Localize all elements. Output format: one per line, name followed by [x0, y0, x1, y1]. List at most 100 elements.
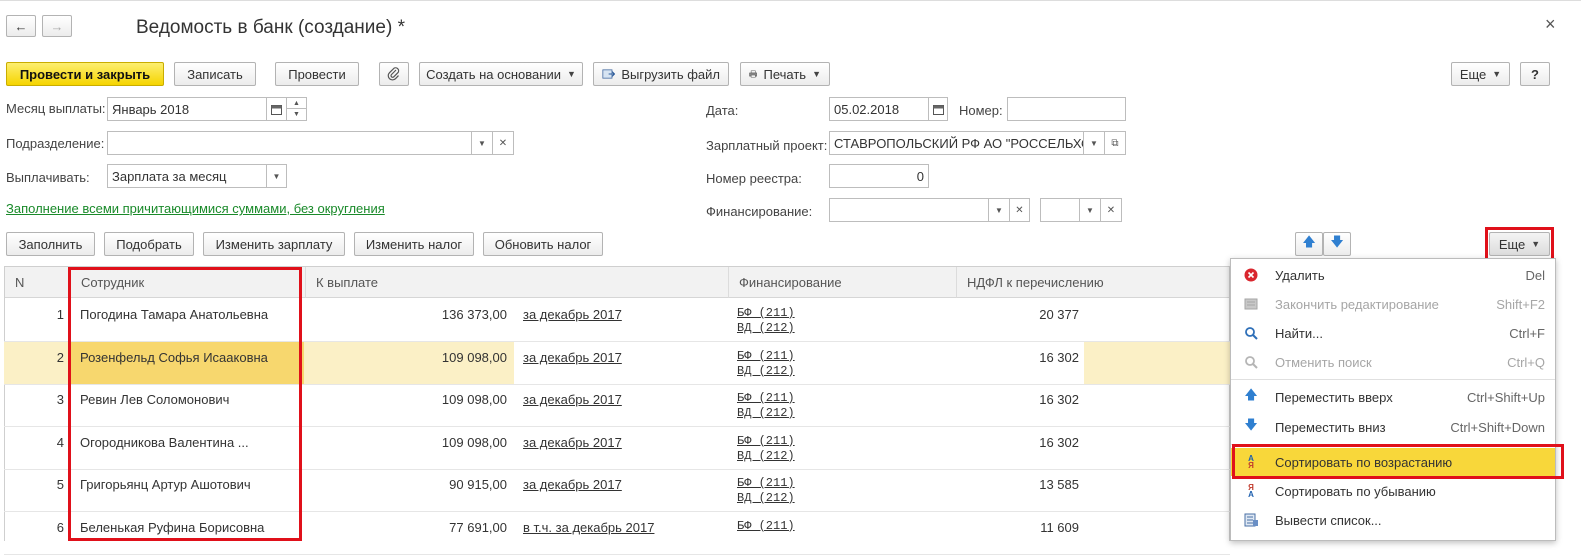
- back-button[interactable]: ←: [6, 15, 36, 37]
- menu-item-output-list[interactable]: Вывести список...: [1231, 506, 1555, 534]
- date-label: Дата:: [706, 103, 739, 118]
- sort-desc-icon: ЯА: [1248, 483, 1254, 499]
- menu-item-cancel-search[interactable]: Отменить поиск Ctrl+Q: [1231, 348, 1555, 376]
- financing-source-link[interactable]: БФ (211): [737, 391, 795, 406]
- column-header-financing[interactable]: Финансирование: [729, 267, 957, 298]
- more-button[interactable]: Еще ▼: [1451, 62, 1510, 86]
- forward-arrow-icon: →: [50, 18, 64, 34]
- financing-cell[interactable]: БФ (211) ВД (212): [737, 476, 795, 506]
- period-link[interactable]: за декабрь 2017: [523, 307, 622, 322]
- chevron-down-icon: ▼: [1086, 205, 1094, 215]
- list-output-icon: [1243, 512, 1259, 528]
- month-input[interactable]: Январь 2018: [107, 97, 267, 121]
- arrow-up-icon: 🡅: [1302, 234, 1316, 249]
- menu-item-sort-descending[interactable]: ЯА Сортировать по убыванию: [1231, 477, 1555, 505]
- change-tax-button[interactable]: Изменить налог: [354, 232, 474, 256]
- calendar-icon: [932, 104, 944, 115]
- arrow-up-icon: 🡅: [1244, 387, 1258, 402]
- pay-dropdown[interactable]: ▼: [266, 164, 287, 188]
- context-menu: Удалить Del Закончить редактирование Shift…: [1230, 258, 1556, 541]
- export-file-button[interactable]: Выгрузить файл: [593, 62, 729, 86]
- financing-cell[interactable]: БФ (211) ВД (212): [737, 434, 795, 464]
- financing-source-link[interactable]: ВД (212): [737, 364, 795, 379]
- attach-button[interactable]: [379, 62, 409, 86]
- menu-item-delete[interactable]: Удалить Del: [1231, 261, 1555, 289]
- number-input[interactable]: [1007, 97, 1126, 121]
- financing-source-link[interactable]: БФ (211): [737, 306, 795, 321]
- financing-source-link[interactable]: БФ (211): [737, 476, 795, 491]
- search-icon: [1243, 325, 1259, 341]
- financing-dropdown[interactable]: ▼: [988, 198, 1010, 222]
- financing-cell[interactable]: БФ (211) ВД (212): [737, 349, 795, 379]
- financing-input-2[interactable]: [1040, 198, 1080, 222]
- change-salary-button[interactable]: Изменить зарплату: [203, 232, 345, 256]
- print-button[interactable]: Печать ▼: [740, 62, 830, 86]
- paperclip-icon: [387, 67, 400, 81]
- month-stepper-down[interactable]: ▼: [286, 108, 307, 121]
- save-button[interactable]: Записать: [174, 62, 256, 86]
- financing-cell[interactable]: БФ (211) ВД (212): [737, 306, 795, 336]
- fill-mode-link[interactable]: Заполнение всеми причитающимися суммами,…: [6, 201, 385, 216]
- menu-item-find[interactable]: Найти... Ctrl+F: [1231, 319, 1555, 347]
- period-link[interactable]: за декабрь 2017: [523, 350, 622, 365]
- financing-2-clear[interactable]: ✕: [1100, 198, 1122, 222]
- page-title: Ведомость в банк (создание) *: [136, 17, 405, 38]
- date-input[interactable]: 05.02.2018: [829, 97, 929, 121]
- financing-source-link[interactable]: ВД (212): [737, 321, 795, 336]
- department-dropdown[interactable]: ▼: [471, 131, 493, 155]
- financing-source-link[interactable]: БФ (211): [737, 349, 795, 364]
- financing-source-link[interactable]: ВД (212): [737, 491, 795, 506]
- financing-source-link[interactable]: БФ (211): [737, 519, 795, 534]
- financing-source-link[interactable]: ВД (212): [737, 406, 795, 421]
- close-icon[interactable]: ×: [1545, 14, 1556, 35]
- ndfl-cell: 11 609: [1040, 519, 1079, 535]
- chevron-down-icon: ▼: [1090, 138, 1098, 148]
- salary-project-dropdown[interactable]: ▼: [1083, 131, 1105, 155]
- financing-clear[interactable]: ✕: [1009, 198, 1030, 222]
- chevron-down-icon: ▼: [995, 205, 1003, 215]
- financing-cell[interactable]: БФ (211): [737, 519, 795, 534]
- menu-item-move-up[interactable]: 🡅 Переместить вверх Ctrl+Shift+Up: [1231, 383, 1555, 411]
- help-button[interactable]: ?: [1520, 62, 1550, 86]
- financing-source-link[interactable]: ВД (212): [737, 449, 795, 464]
- printer-icon: [749, 70, 758, 78]
- department-input[interactable]: [107, 131, 473, 155]
- export-icon: [602, 69, 616, 79]
- fill-button[interactable]: Заполнить: [6, 232, 95, 256]
- financing-2-dropdown[interactable]: ▼: [1079, 198, 1101, 222]
- column-header-amount[interactable]: К выплате: [306, 267, 729, 298]
- pay-select[interactable]: Зарплата за месяц: [107, 164, 268, 188]
- calendar-button[interactable]: [266, 97, 287, 121]
- pick-button[interactable]: Подобрать: [104, 232, 194, 256]
- department-clear[interactable]: ✕: [492, 131, 514, 155]
- column-header-n[interactable]: N: [5, 267, 71, 298]
- period-link[interactable]: за декабрь 2017: [523, 392, 622, 407]
- menu-separator: [1231, 379, 1555, 380]
- date-calendar-button[interactable]: [928, 97, 948, 121]
- delete-icon: [1243, 267, 1259, 283]
- move-up-button[interactable]: 🡅: [1295, 232, 1323, 256]
- period-link[interactable]: в т.ч. за декабрь 2017: [523, 520, 654, 535]
- chevron-down-icon: ▼: [478, 138, 486, 148]
- update-tax-button[interactable]: Обновить налог: [483, 232, 603, 256]
- period-link[interactable]: за декабрь 2017: [523, 477, 622, 492]
- registry-number-input[interactable]: 0: [829, 164, 929, 188]
- amount-cell: 77 691,00: [449, 519, 507, 535]
- forward-button[interactable]: →: [42, 15, 72, 37]
- post-and-close-button[interactable]: Провести и закрыть: [6, 62, 164, 86]
- salary-project-input[interactable]: СТАВРОПОЛЬСКИЙ РФ АО "РОССЕЛЬХОЗ: [829, 131, 1084, 155]
- column-header-ndfl[interactable]: НДФЛ к перечислению: [957, 267, 1229, 298]
- financing-cell[interactable]: БФ (211) ВД (212): [737, 391, 795, 421]
- post-button[interactable]: Провести: [275, 62, 359, 86]
- arrow-down-icon: 🡇: [1244, 417, 1258, 432]
- financing-source-link[interactable]: БФ (211): [737, 434, 795, 449]
- move-down-button[interactable]: 🡇: [1323, 232, 1351, 256]
- salary-project-open[interactable]: ⧉: [1104, 131, 1126, 155]
- amount-cell: 109 098,00: [441, 434, 507, 450]
- create-based-on-button[interactable]: Создать на основании ▼: [419, 62, 583, 86]
- financing-input[interactable]: [829, 198, 989, 222]
- period-link[interactable]: за декабрь 2017: [523, 435, 622, 450]
- calendar-icon: [271, 104, 282, 115]
- menu-item-finish-edit[interactable]: Закончить редактирование Shift+F2: [1231, 290, 1555, 318]
- menu-item-move-down[interactable]: 🡇 Переместить вниз Ctrl+Shift+Down: [1231, 413, 1555, 441]
